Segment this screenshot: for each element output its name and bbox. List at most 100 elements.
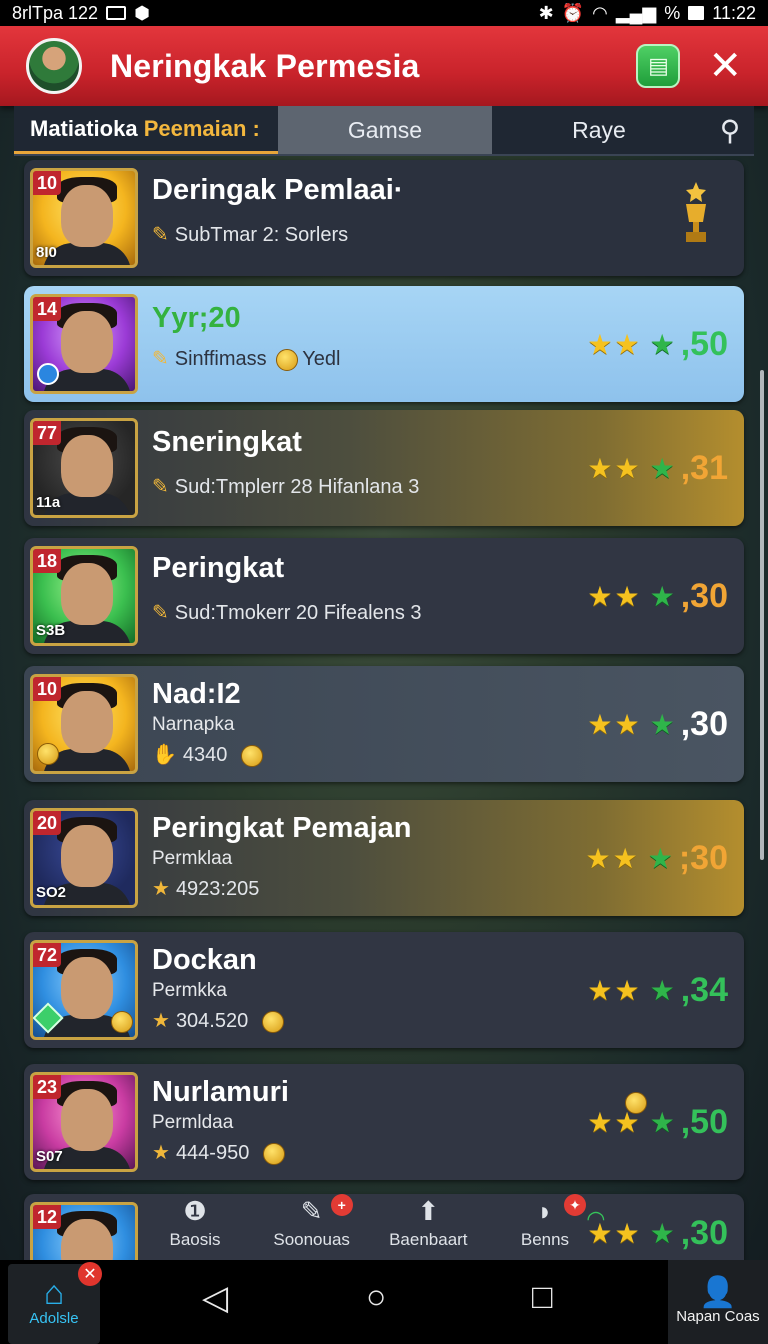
star-icon: ★ [615, 1091, 647, 1139]
close-icon[interactable]: ✕ [708, 46, 742, 86]
portrait-face [61, 435, 113, 497]
tab-games[interactable]: Gamse [278, 106, 492, 154]
tab-leaderboard-label: Matiatioka [30, 115, 138, 141]
player-subtitle: ✎ Sud:Tmokerr 20 Fifealens 3 [152, 600, 422, 625]
status-bar: 8rlТpa 122 ⬢ ✱ ⏰ ◠ ▂▄▆ % 11:22 [0, 0, 768, 26]
recents-icon[interactable]: □ [532, 1278, 553, 1317]
player-subtitle-text: 444-950 [175, 1142, 250, 1164]
coin-icon [240, 744, 263, 767]
bottom-tab-baenbaart[interactable]: ⬆ Baenbaart [373, 1196, 483, 1260]
shop-icon[interactable]: ▤ [636, 44, 681, 88]
star-icon: ★ [614, 452, 640, 484]
bottom-tab-label: Baenbaart [389, 1230, 468, 1249]
score-value: ,31 [680, 448, 728, 487]
portrait-face [61, 311, 113, 373]
list-item[interactable]: 10 8I0 Deringak Pemlaai· ✎ SubTmar 2: Sor… [24, 160, 744, 276]
list-item[interactable]: 20 SO2 Peringkat Pemajan Permklaa ★ 4923:… [24, 800, 744, 916]
rank-badge: 10 [33, 677, 61, 701]
portrait-face [61, 563, 113, 625]
star-icon: ★ [614, 1217, 640, 1249]
player-label: Permkka [152, 980, 227, 1001]
profile-tab[interactable]: 👤 Napan Coas [668, 1260, 768, 1344]
status-right: ✱ ⏰ ◠ ▂▄▆ % 11:22 [539, 3, 756, 24]
scrollbar[interactable] [760, 370, 764, 860]
bottom-tab-strip: ❶ Baosis ✎ + Soonouas ⬆ Baenbaart ◗ ✦ Be… [140, 1194, 600, 1260]
list-item-highlighted[interactable]: 14 Yyr;20 ✎ Sinffimass Yedl ★ ★ ★ ,50 [24, 286, 744, 402]
score-value: ;30 [678, 838, 728, 877]
player-code: SO2 [36, 884, 67, 901]
player-subtitle: ✎ Sinffimass Yedl [152, 346, 340, 371]
star-icon: ★ [587, 708, 613, 740]
player-subtitle-text: SubTmar 2: Sorlers [174, 224, 349, 246]
score-value: ,50 [680, 1102, 728, 1141]
rank-badge: 14 [33, 297, 61, 321]
score-block: ★ ★ ★ ,50 [587, 286, 728, 402]
player-info: Dockan Permkka ★ 304.520 [152, 932, 572, 1048]
coin-icon [111, 1011, 133, 1033]
player-label: Permklaa [152, 848, 233, 869]
rank-badge: 23 [33, 1075, 61, 1099]
tab-raye[interactable]: Raye [492, 106, 706, 154]
list-item[interactable]: 23 S07 Nurlamuri Permldaa ★ 444-950 ★ ★ ★… [24, 1064, 744, 1180]
green-star-icon: ★ [649, 328, 675, 360]
star-icon: ★ [614, 974, 640, 1006]
coin-icon [261, 1010, 284, 1033]
score-block: ★ ★ ★ ,31 [587, 410, 728, 526]
home-circle-icon[interactable]: ○ [366, 1278, 387, 1317]
list-item[interactable]: 18 S3B Peringkat ✎ Sud:Tmokerr 20 Fifeale… [24, 538, 744, 654]
info-icon: ❶ [183, 1196, 207, 1226]
back-icon[interactable]: ◁ [202, 1278, 228, 1318]
player-portrait: 72 [30, 940, 138, 1040]
portrait-face [61, 957, 113, 1019]
notification-icon [106, 6, 127, 20]
coin-icon [262, 1142, 285, 1165]
home-tab[interactable]: ⌂ Adolsle ✕ [8, 1262, 102, 1344]
player-name: Peringkat [152, 552, 285, 584]
close-badge-icon[interactable]: ✕ [78, 1262, 102, 1286]
score-value: ,34 [680, 970, 728, 1009]
star-icon: ★ [614, 708, 640, 740]
user-avatar[interactable] [26, 38, 82, 94]
portrait-face [61, 185, 113, 247]
signal-icon: ▂▄▆ [615, 2, 657, 23]
green-star-icon: ★ [649, 1106, 675, 1138]
coin-icon [276, 348, 299, 371]
player-label: Permldaa [152, 1112, 234, 1133]
star-icon: ★ [587, 452, 613, 484]
player-info: Yyr;20 ✎ Sinffimass Yedl [152, 286, 572, 402]
player-portrait: 77 11a [30, 418, 138, 518]
list-item[interactable]: 10 Nad:I2 Narnapka ✋ 4340 ★ ★ ★ ,30 [24, 666, 744, 782]
bottom-tab-benns[interactable]: ◗ ✦ Benns [490, 1194, 600, 1260]
star-icon: ★ [585, 842, 611, 874]
list-item[interactable]: 77 11a Sneringkat ✎ Sud:Tmplerr 28 Hifanl… [24, 410, 744, 526]
score-block: ★ ★ ★ ,34 [587, 932, 728, 1048]
status-time: 11:22 [712, 2, 756, 23]
player-subtitle: ★ 304.520 [152, 1008, 284, 1033]
tab-bar: Matiatioka Peemaian : Gamse Raye ⚲ [14, 106, 754, 156]
upload-home-icon: ⬆ [417, 1196, 440, 1226]
list-item[interactable]: 72 Dockan Permkka ★ 304.520 ★ ★ ★ ,34 [24, 932, 744, 1048]
player-code: S3B [36, 622, 66, 639]
score-value: ,50 [680, 324, 728, 363]
score-value: ,30 [680, 704, 728, 743]
green-star-icon: ★ [649, 708, 675, 740]
status-dot-icon [37, 363, 59, 385]
player-code: S07 [36, 1148, 63, 1165]
status-left: 8rlТpa 122 ⬢ [12, 3, 150, 24]
search-icon[interactable]: ⚲ [706, 106, 754, 154]
tab-leaderboard-accent: Peemaian : [143, 115, 260, 141]
lock-icon: ⬢ [134, 2, 150, 23]
bottom-tab-basis[interactable]: ❶ Baosis [140, 1196, 250, 1260]
star-icon: ★ [587, 580, 613, 612]
bottom-tab-soonouas[interactable]: ✎ + Soonouas [257, 1194, 367, 1260]
notification-badge: ✦ [563, 1194, 586, 1216]
portrait-face [61, 691, 113, 753]
star-icon: ★ [614, 580, 640, 612]
green-star-icon: ★ [649, 580, 675, 612]
player-code: 8I0 [36, 244, 57, 261]
tab-leaderboard[interactable]: Matiatioka Peemaian : [14, 106, 278, 154]
alarm-icon: ⏰ [561, 2, 585, 23]
player-info: Peringkat Pemajan Permklaa ★ 4923:205 [152, 800, 572, 916]
player-subtitle-text: 4923:205 [175, 878, 260, 900]
rank-badge: 20 [33, 811, 61, 835]
